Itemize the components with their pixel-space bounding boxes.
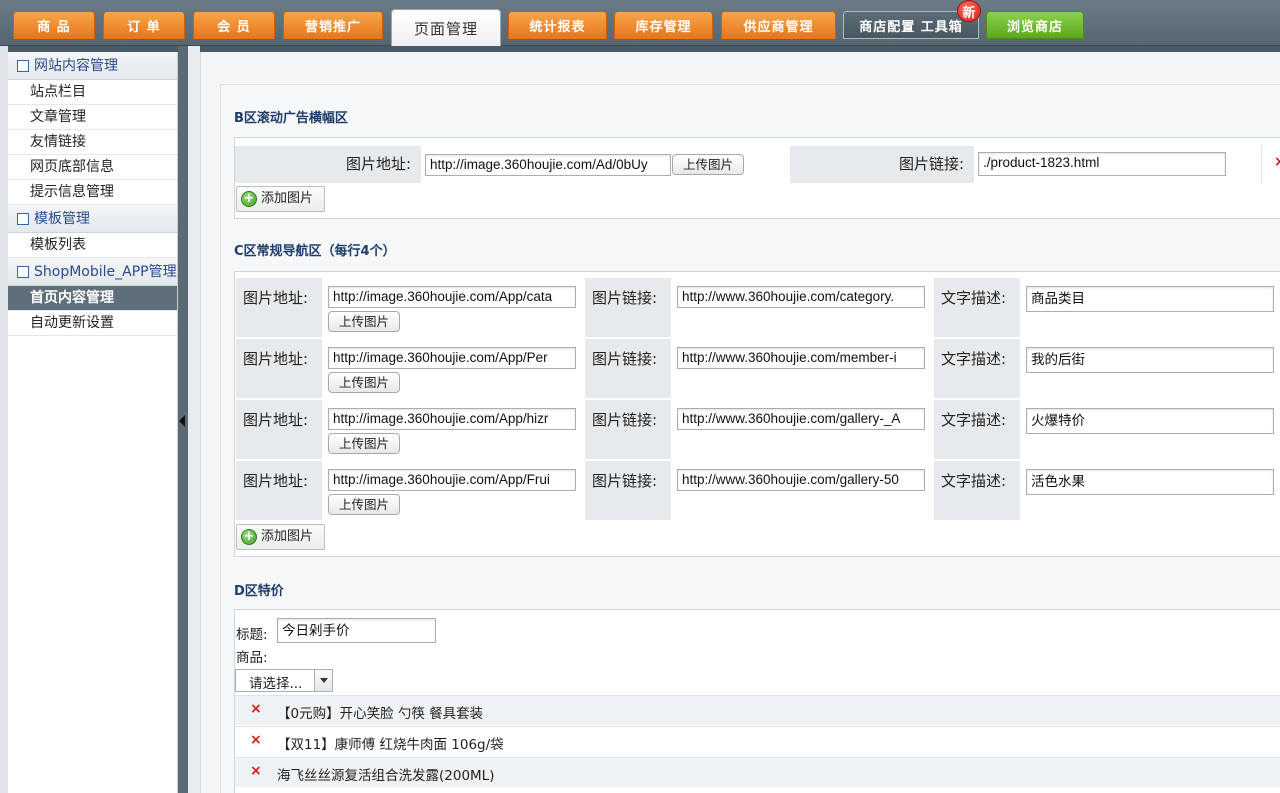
collapse-square-icon [17, 213, 29, 225]
nav-desc-label: 文字描述: [934, 339, 1020, 398]
sidebar-group-site-content[interactable]: 网站内容管理 [8, 52, 177, 80]
upload-image-button[interactable]: 上传图片 [328, 311, 400, 332]
tab-inventory[interactable]: 库存管理 [614, 11, 713, 39]
content-panel: B区滚动广告横幅区 图片地址: http://image.360houjie.c… [220, 84, 1280, 793]
upload-image-button[interactable]: 上传图片 [328, 372, 400, 393]
nav-image-label: 图片地址: [236, 278, 322, 337]
sidebar: 网站内容管理 站点栏目 文章管理 友情链接 网页底部信息 提示信息管理 模板管理… [8, 52, 178, 793]
title-label: 标题: [236, 627, 268, 643]
sidebar-item-footer-info[interactable]: 网页底部信息 [8, 155, 177, 180]
add-banner-image-button[interactable]: + 添加图片 [236, 186, 325, 212]
tab-page-management[interactable]: 页面管理 [391, 9, 501, 46]
sidebar-item-friend-links[interactable]: 友情链接 [8, 130, 177, 155]
section-c-title: C区常规导航区（每行4个） [234, 244, 396, 259]
section-b-title: B区滚动广告横幅区 [234, 111, 348, 126]
tab-browse-store[interactable]: 浏览商店 [986, 11, 1084, 39]
sidebar-item-home-content[interactable]: 首页内容管理 [8, 286, 177, 311]
product-row: × 海飞丝丝源复活组合洗发露(200ML) [235, 757, 1280, 787]
upload-image-button[interactable]: 上传图片 [328, 433, 400, 454]
section-c-box: 图片地址: http://image.360houjie.com/App/cat… [234, 271, 1280, 557]
tab-orders[interactable]: 订 单 [103, 11, 185, 39]
nav-image-label: 图片地址: [236, 461, 322, 520]
delete-product-icon[interactable]: × [250, 763, 262, 779]
product-row: × 【双11】康师傅 红烧牛肉面 106g/袋 [235, 726, 1280, 756]
sidebar-item-articles[interactable]: 文章管理 [8, 105, 177, 130]
nav-link-label: 图片链接: [585, 400, 671, 459]
gutter [188, 46, 200, 793]
nav-desc-input[interactable]: 我的后街 [1026, 347, 1274, 373]
main-content: B区滚动广告横幅区 图片地址: http://image.360houjie.c… [200, 52, 1280, 793]
sidebar-edge [0, 46, 8, 793]
section-b-box: 图片地址: http://image.360houjie.com/Ad/0bUy… [234, 137, 1280, 219]
section-d-title: D区特价 [234, 584, 284, 599]
upload-image-button[interactable]: 上传图片 [672, 154, 744, 175]
delete-product-icon[interactable]: × [250, 732, 262, 748]
sidebar-group-shopmobile-app[interactable]: ShopMobile_APP管理 [8, 258, 177, 286]
nav-desc-label: 文字描述: [934, 400, 1020, 459]
tab-marketing[interactable]: 营销推广 [283, 11, 383, 39]
tab-members[interactable]: 会 员 [193, 11, 275, 39]
sidebar-item-auto-update[interactable]: 自动更新设置 [8, 311, 177, 336]
product-label: 商品: [236, 650, 268, 666]
sidebar-group-templates[interactable]: 模板管理 [8, 205, 177, 233]
nav-desc-label: 文字描述: [934, 461, 1020, 520]
delete-banner-icon[interactable]: × [1274, 154, 1280, 170]
nav-image-url-input[interactable]: http://image.360houjie.com/App/Per [328, 347, 576, 369]
nav-link-input[interactable]: http://www.360houjie.com/gallery-50 [677, 469, 925, 491]
nav-link-input[interactable]: http://www.360houjie.com/category. [677, 286, 925, 308]
nav-desc-input[interactable]: 商品类目 [1026, 286, 1274, 312]
image-url-label: 图片地址: [235, 146, 421, 183]
chevron-down-icon [314, 670, 332, 691]
product-row: × 【0元购】开心笑脸 勺筷 餐具套装 [235, 695, 1280, 725]
new-badge: 新 [957, 0, 981, 22]
top-nav-bar: 商 品 订 单 会 员 营销推广 页面管理 统计报表 库存管理 供应商管理 商店… [0, 0, 1280, 46]
nav-image-url-input[interactable]: http://image.360houjie.com/App/cata [328, 286, 576, 308]
sidebar-item-template-list[interactable]: 模板列表 [8, 233, 177, 258]
add-icon: + [241, 529, 257, 545]
section-d-box: 标题: 今日剁手价 商品: 请选择... × 【0元购】开心笑脸 勺筷 餐具套装… [234, 609, 1280, 793]
nav-desc-input[interactable]: 活色水果 [1026, 469, 1274, 495]
nav-desc-label: 文字描述: [934, 278, 1020, 337]
nav-link-label: 图片链接: [585, 339, 671, 398]
nav-link-input[interactable]: http://www.360houjie.com/member-i [677, 347, 925, 369]
tab-products[interactable]: 商 品 [13, 11, 95, 39]
tab-statistics[interactable]: 统计报表 [508, 11, 607, 39]
upload-image-button[interactable]: 上传图片 [328, 494, 400, 515]
banner-image-url-input[interactable]: http://image.360houjie.com/Ad/0bUy [425, 154, 671, 176]
banner-image-link-input[interactable]: ./product-1823.html [978, 152, 1226, 176]
nav-image-label: 图片地址: [236, 400, 322, 459]
nav-desc-input[interactable]: 火爆特价 [1026, 408, 1274, 434]
product-select[interactable]: 请选择... [235, 669, 333, 692]
special-title-input[interactable]: 今日剁手价 [277, 618, 436, 643]
collapse-arrow-icon[interactable] [179, 415, 185, 427]
nav-link-label: 图片链接: [585, 278, 671, 337]
sidebar-item-tips[interactable]: 提示信息管理 [8, 180, 177, 205]
nav-image-url-input[interactable]: http://image.360houjie.com/App/hizr [328, 408, 576, 430]
delete-product-icon[interactable]: × [250, 701, 262, 717]
add-nav-image-button[interactable]: + 添加图片 [236, 524, 325, 550]
collapse-square-icon [17, 266, 29, 278]
nav-link-label: 图片链接: [585, 461, 671, 520]
image-link-label: 图片链接: [790, 146, 974, 183]
tab-suppliers[interactable]: 供应商管理 [721, 11, 836, 39]
nav-link-input[interactable]: http://www.360houjie.com/gallery-_A [677, 408, 925, 430]
collapse-square-icon [17, 60, 29, 72]
nav-image-label: 图片地址: [236, 339, 322, 398]
add-icon: + [241, 191, 257, 207]
nav-image-url-input[interactable]: http://image.360houjie.com/App/Frui [328, 469, 576, 491]
sidebar-item-site-columns[interactable]: 站点栏目 [8, 80, 177, 105]
